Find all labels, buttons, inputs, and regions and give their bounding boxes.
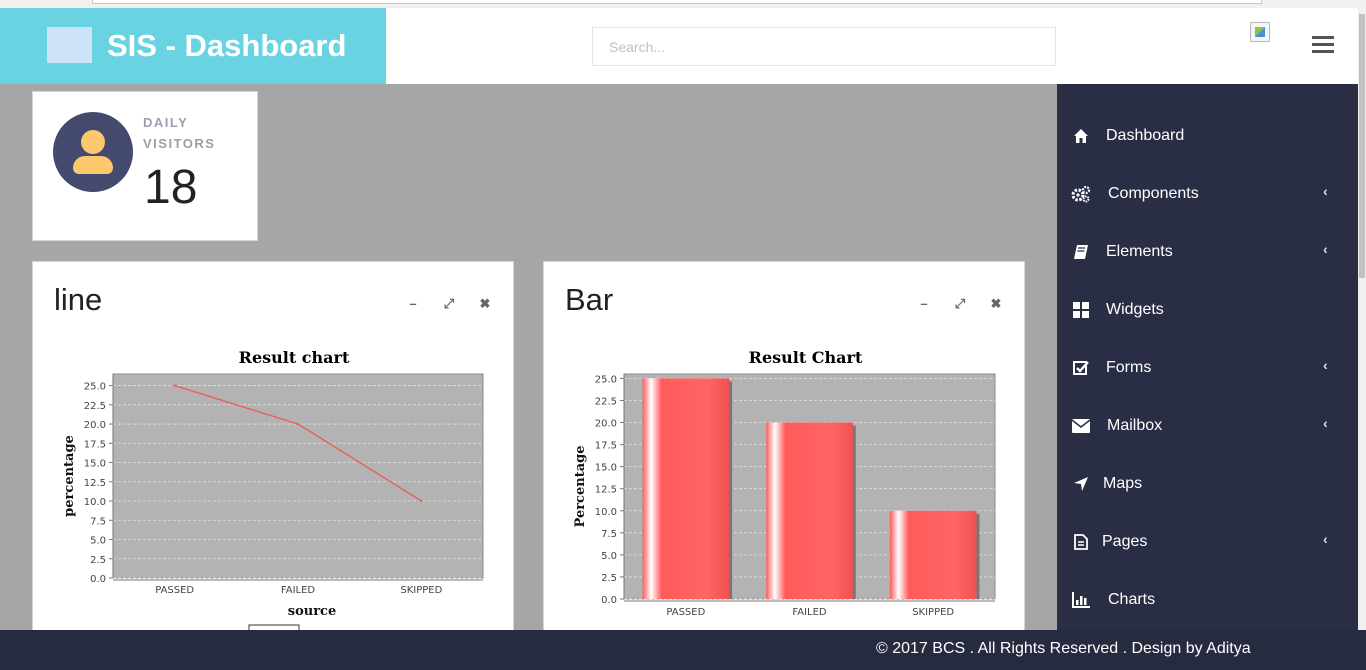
bar <box>766 422 853 599</box>
sidebar-item-pages[interactable]: Pages ‹ <box>1057 522 1358 562</box>
browser-chrome-strip <box>0 0 1366 8</box>
line-chart: Result chart 0.0 2.5 5.0 7.5 10.0 12.5 15.0 17.5… <box>62 348 484 642</box>
sidebar-item-label: Forms <box>1106 359 1152 376</box>
x-tick-label: FAILED <box>281 585 316 596</box>
brand-logo <box>47 27 92 63</box>
y-tick-label: 5.0 <box>601 551 617 562</box>
sidebar-item-label: Pages <box>1102 533 1148 550</box>
x-tick-label: FAILED <box>792 607 827 618</box>
user-icon-body <box>73 156 113 174</box>
y-tick-label: 5.0 <box>90 536 106 547</box>
y-tick-label: 0.0 <box>90 574 106 585</box>
cogs-icon <box>1071 184 1091 204</box>
y-tick-label: 17.5 <box>84 439 106 450</box>
y-tick-label: 15.0 <box>595 463 617 474</box>
data-point <box>173 384 176 387</box>
y-tick-label: 10.0 <box>84 497 106 508</box>
scrollbar-thumb[interactable] <box>1359 14 1365 278</box>
sidebar-nav: Dashboard Components ‹ Elements ‹ Widget… <box>1057 84 1358 630</box>
chevron-left-icon: ‹ <box>1323 183 1328 199</box>
sidebar-item-forms[interactable]: Forms ‹ <box>1057 348 1358 388</box>
sidebar-item-label: Widgets <box>1106 301 1164 318</box>
user-icon <box>53 112 133 192</box>
x-axis-label: source <box>288 604 336 619</box>
bar-chart-icon <box>1071 590 1091 610</box>
y-tick-label: 20.0 <box>84 420 106 431</box>
brand-title: SIS - Dashboard <box>107 28 347 63</box>
x-tick-label: SKIPPED <box>400 585 442 596</box>
x-tick-label: SKIPPED <box>912 607 954 618</box>
top-bar <box>386 8 1366 84</box>
data-point <box>296 422 300 426</box>
y-tick-label: 15.0 <box>84 459 106 470</box>
bar <box>889 510 977 599</box>
sidebar-item-charts[interactable]: Charts <box>1057 580 1358 620</box>
sidebar-item-components[interactable]: Components ‹ <box>1057 174 1358 214</box>
check-square-icon <box>1071 358 1091 378</box>
user-avatar-image[interactable] <box>1250 22 1270 42</box>
y-tick-label: 0.0 <box>601 595 617 606</box>
sidebar-item-dashboard[interactable]: Dashboard <box>1057 116 1358 156</box>
bar-chart-card: Bar – ⤢ ✖ Result Chart 0.0 2.5 5.0 7.5 10.0 12… <box>543 261 1025 641</box>
hamburger-line <box>1312 36 1334 39</box>
browser-address-bar[interactable] <box>92 0 1262 4</box>
sidebar-item-label: Elements <box>1106 243 1173 260</box>
search-input[interactable] <box>592 27 1056 66</box>
chevron-left-icon: ‹ <box>1323 415 1328 431</box>
sidebar-item-elements[interactable]: Elements ‹ <box>1057 232 1358 272</box>
y-tick-label: 20.0 <box>595 419 617 430</box>
envelope-icon <box>1071 416 1091 436</box>
sidebar-item-label: Mailbox <box>1107 417 1163 434</box>
y-tick-label: 10.0 <box>595 507 617 518</box>
sidebar-item-mailbox[interactable]: Mailbox ‹ <box>1057 406 1358 446</box>
y-tick-label: 17.5 <box>595 441 617 452</box>
sidebar-item-label: Charts <box>1108 591 1156 608</box>
brand-header: SIS - Dashboard <box>0 8 386 84</box>
widgets-grid-icon <box>1071 300 1091 320</box>
daily-visitors-card: DAILY VISITORS 18 <box>32 91 258 241</box>
visitors-count: 18 <box>144 161 198 214</box>
y-tick-label: 2.5 <box>90 555 106 566</box>
chart-title: Result chart <box>239 348 350 367</box>
file-icon <box>1071 532 1091 552</box>
home-icon <box>1071 126 1091 146</box>
sidebar-item-label: Maps <box>1103 475 1143 492</box>
footer-copyright: © 2017 BCS . All Rights Reserved . Desig… <box>876 640 1251 657</box>
bar <box>642 378 730 599</box>
chart-title: Result Chart <box>749 348 863 367</box>
x-tick-label: PASSED <box>666 607 705 618</box>
y-tick-label: 22.5 <box>595 396 617 407</box>
sidebar-item-maps[interactable]: Maps <box>1057 464 1358 504</box>
y-tick-label: 25.0 <box>84 382 106 393</box>
y-tick-label: 25.0 <box>595 374 617 385</box>
chevron-left-icon: ‹ <box>1323 357 1328 373</box>
hamburger-line <box>1312 50 1334 53</box>
visitors-label: DAILY VISITORS <box>143 115 216 151</box>
x-tick-label: PASSED <box>155 585 194 596</box>
bar-chart: Result Chart 0.0 2.5 5.0 7.5 10.0 12.5 15.0 17.5… <box>573 348 996 618</box>
menu-toggle-button[interactable] <box>1312 36 1334 54</box>
chevron-left-icon: ‹ <box>1323 531 1328 547</box>
location-arrow-icon <box>1071 474 1091 494</box>
y-tick-label: 7.5 <box>90 516 106 527</box>
sidebar-item-label: Components <box>1108 185 1199 202</box>
y-tick-label: 7.5 <box>601 529 617 540</box>
page-scrollbar[interactable] <box>1358 8 1366 630</box>
data-point <box>420 499 423 503</box>
book-icon <box>1071 242 1091 262</box>
user-icon-head <box>81 130 105 154</box>
y-axis-label: Percentage <box>573 446 588 528</box>
page-footer: © 2017 BCS . All Rights Reserved . Desig… <box>0 630 1366 670</box>
y-axis-label: percentage <box>62 435 77 517</box>
y-tick-label: 22.5 <box>84 401 106 412</box>
y-tick-label: 12.5 <box>84 478 106 489</box>
hamburger-line <box>1312 43 1334 46</box>
y-tick-label: 2.5 <box>601 573 617 584</box>
chevron-left-icon: ‹ <box>1323 241 1328 257</box>
line-chart-card: line – ⤢ ✖ Result chart 0.0 2.5 5.0 7.5 10.0 1… <box>32 261 514 642</box>
sidebar-item-widgets[interactable]: Widgets <box>1057 290 1358 330</box>
sidebar-item-label: Dashboard <box>1106 127 1185 144</box>
y-tick-label: 12.5 <box>595 485 617 496</box>
